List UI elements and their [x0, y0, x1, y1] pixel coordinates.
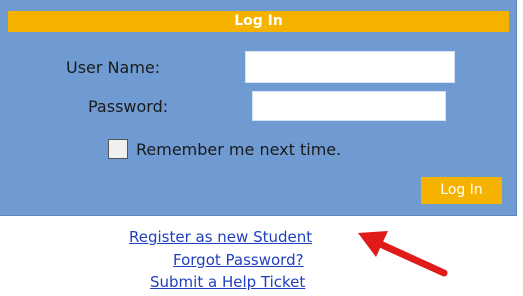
login-title: Log In — [8, 11, 509, 32]
password-label: Password: — [88, 97, 169, 116]
red-arrow-icon — [358, 231, 448, 277]
forgot-password-link[interactable]: Forgot Password? — [173, 250, 304, 270]
password-input[interactable] — [252, 91, 446, 121]
login-button[interactable]: Log In — [421, 177, 502, 204]
remember-me-checkbox[interactable] — [108, 139, 128, 159]
login-panel: Log In User Name: Password: Remember me … — [0, 0, 517, 216]
remember-me-label[interactable]: Remember me next time. — [136, 140, 341, 160]
register-link[interactable]: Register as new Student — [129, 227, 312, 247]
help-ticket-link[interactable]: Submit a Help Ticket — [150, 272, 305, 292]
username-label: User Name: — [66, 58, 161, 77]
username-input[interactable] — [245, 51, 455, 83]
